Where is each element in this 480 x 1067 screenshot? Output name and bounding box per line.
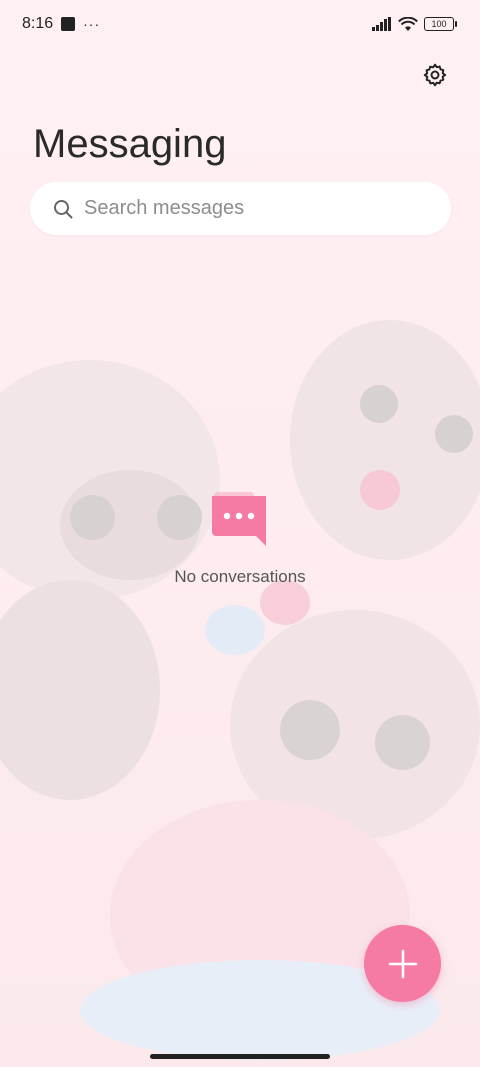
status-time: 8:16 <box>22 15 54 32</box>
chat-bubble-icon <box>212 492 266 546</box>
more-notifications-icon: ··· <box>83 16 101 32</box>
search-input[interactable] <box>84 197 424 220</box>
gear-icon <box>423 63 447 87</box>
battery-level: 100 <box>431 19 447 29</box>
search-bar[interactable] <box>30 182 451 235</box>
notification-icon <box>61 17 76 31</box>
wifi-icon <box>398 16 418 31</box>
home-indicator[interactable] <box>150 1054 330 1059</box>
empty-state: No conversations <box>0 492 480 587</box>
empty-state-text: No conversations <box>174 567 306 586</box>
status-bar: 8:16 ··· 100 <box>0 0 480 48</box>
search-icon <box>52 198 74 220</box>
signal-icon <box>372 17 391 31</box>
battery-icon: 100 <box>424 17 457 31</box>
page-title: Messaging <box>33 122 227 166</box>
settings-button[interactable] <box>418 58 452 92</box>
plus-icon <box>388 949 417 978</box>
new-message-button[interactable] <box>364 925 441 1002</box>
